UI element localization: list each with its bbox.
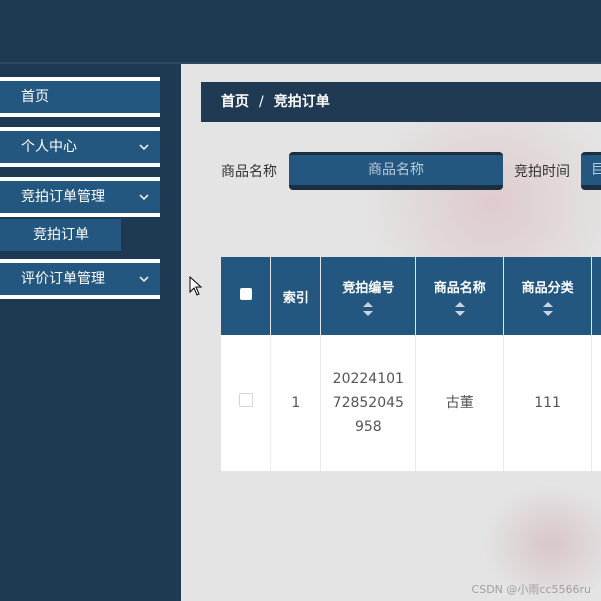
sidebar-item-label: 首页 xyxy=(21,89,49,105)
header-overflow xyxy=(591,257,601,335)
header-select-all[interactable] xyxy=(221,257,272,335)
cell-category: 111 xyxy=(503,335,593,471)
sidebar-group-auction: 竞拍订单管理 xyxy=(0,177,160,217)
chevron-down-icon xyxy=(139,194,149,201)
breadcrumb-home[interactable]: 首页 xyxy=(221,94,249,110)
top-header xyxy=(0,0,601,64)
product-name-placeholder: 商品名称 xyxy=(368,162,424,178)
sort-icon[interactable] xyxy=(454,301,465,316)
sidebar-item-personal-center[interactable]: 个人中心 xyxy=(0,131,160,163)
breadcrumb-separator: / xyxy=(259,94,264,110)
product-name-input[interactable]: 商品名称 xyxy=(289,152,503,190)
header-auction-no-label: 竞拍编号 xyxy=(342,280,395,296)
cell-index: 1 xyxy=(270,335,322,471)
sidebar: 首页 个人中心 竞拍订单管理 竞拍订单 评价订单管理 xyxy=(0,64,181,601)
row-checkbox[interactable] xyxy=(238,393,253,407)
auction-time-value: 目 xyxy=(591,162,601,178)
auction-time-label: 竞拍时间 xyxy=(514,164,570,180)
sidebar-item-label: 评价订单管理 xyxy=(21,271,105,287)
sidebar-item-label: 个人中心 xyxy=(21,139,77,155)
auction-no-text: 2022410172852045958 xyxy=(332,371,404,435)
auction-order-table: 索引 竞拍编号 商品名称 商品分类 1 2022410172852045958 … xyxy=(221,257,601,471)
mouse-cursor-icon xyxy=(189,276,203,296)
sort-icon[interactable] xyxy=(363,301,374,316)
chevron-down-icon xyxy=(139,144,149,151)
auction-time-input[interactable]: 目 xyxy=(581,152,601,190)
header-product-name[interactable]: 商品名称 xyxy=(415,257,505,335)
sidebar-item-review-order-management[interactable]: 评价订单管理 xyxy=(0,263,160,295)
row-select[interactable] xyxy=(221,335,272,471)
cell-overflow xyxy=(591,335,601,471)
select-all-checkbox[interactable] xyxy=(239,288,252,300)
sidebar-group-home: 首页 xyxy=(0,77,160,117)
sidebar-item-label: 竞拍订单管理 xyxy=(21,189,105,205)
chevron-down-icon xyxy=(139,276,149,283)
sidebar-subitem-auction-order[interactable]: 竞拍订单 xyxy=(0,219,121,251)
cell-auction-no: 2022410172852045958 xyxy=(320,335,417,471)
header-index-label: 索引 xyxy=(282,290,309,306)
breadcrumb-current: 竞拍订单 xyxy=(273,94,330,110)
cell-product-name: 古董 xyxy=(415,335,505,471)
header-category-label: 商品分类 xyxy=(521,280,574,296)
table-row: 1 2022410172852045958 古董 111 xyxy=(221,335,601,471)
main-content: 首页 / 竞拍订单 商品名称 商品名称 竞拍时间 目 索引 竞拍编号 商品名称 xyxy=(181,64,601,601)
header-category[interactable]: 商品分类 xyxy=(503,257,593,335)
header-index: 索引 xyxy=(270,257,322,335)
sidebar-item-auction-order-management[interactable]: 竞拍订单管理 xyxy=(0,181,160,213)
watermark: CSDN @小雨cc5566ru xyxy=(471,583,591,596)
sort-icon[interactable] xyxy=(542,301,553,316)
breadcrumb: 首页 / 竞拍订单 xyxy=(201,82,601,122)
sidebar-group-review: 评价订单管理 xyxy=(0,259,160,299)
sidebar-item-label: 竞拍订单 xyxy=(33,227,89,243)
sidebar-group-personal: 个人中心 xyxy=(0,127,160,167)
table-header-row: 索引 竞拍编号 商品名称 商品分类 xyxy=(221,257,601,335)
header-product-name-label: 商品名称 xyxy=(433,280,486,296)
sidebar-item-home[interactable]: 首页 xyxy=(0,81,160,113)
header-auction-no[interactable]: 竞拍编号 xyxy=(320,257,417,335)
product-name-label: 商品名称 xyxy=(221,164,277,180)
